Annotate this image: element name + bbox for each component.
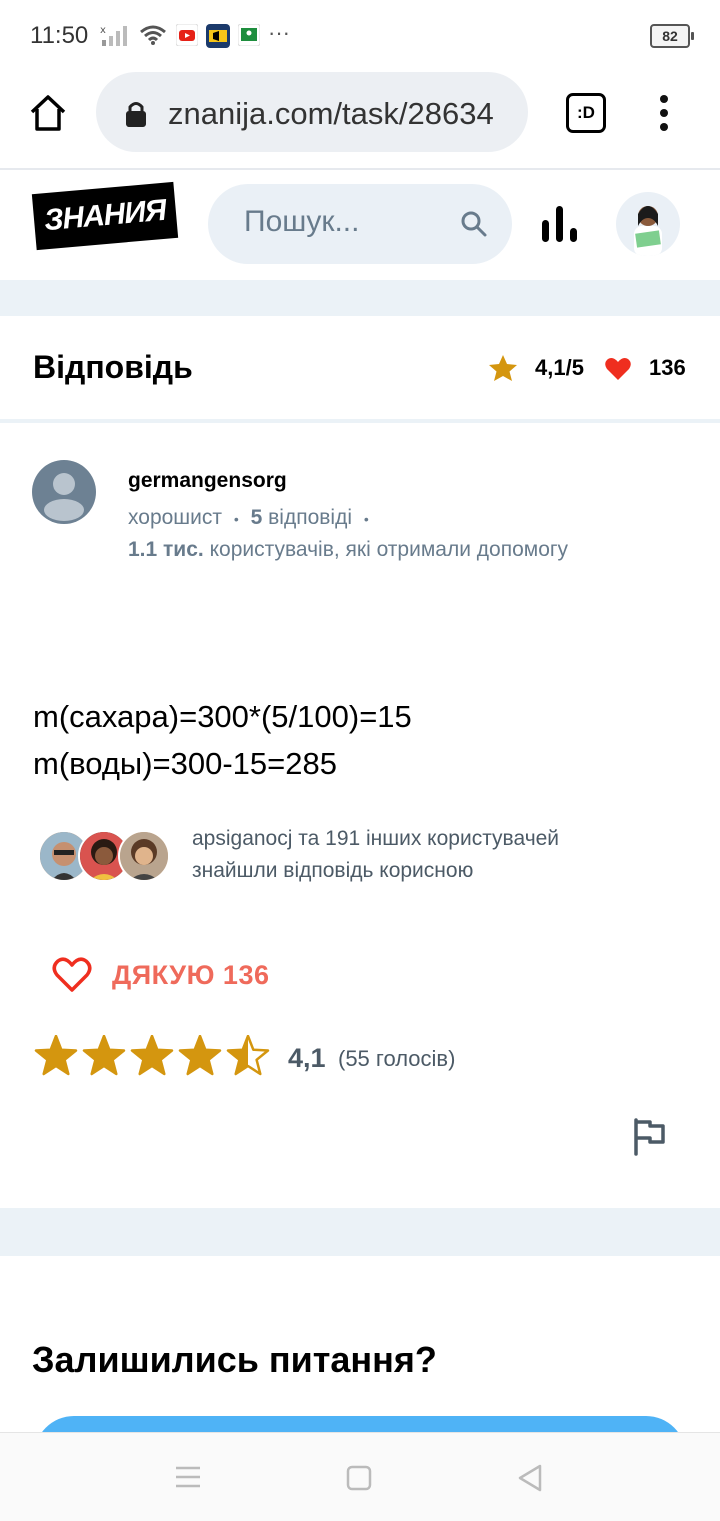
system-nav-bar xyxy=(0,1432,720,1521)
heart-icon xyxy=(605,358,631,380)
url-text[interactable]: znanija.com/task/28634 xyxy=(168,92,513,136)
helpers-line: apsiganocj та 191 інших користувачей xyxy=(192,827,560,850)
back-icon[interactable] xyxy=(516,1463,546,1493)
helper-avatar xyxy=(118,830,170,882)
report-flag-icon[interactable] xyxy=(632,1118,668,1156)
recents-icon[interactable] xyxy=(174,1465,202,1491)
section-separator xyxy=(0,1208,720,1256)
meta-bullet-2: • xyxy=(363,511,369,527)
search-icon[interactable] xyxy=(460,210,488,238)
battery-level: 82 xyxy=(662,28,678,44)
status-bar: 11:50 x ··· 82 xyxy=(0,0,720,72)
tab-switcher-button[interactable]: :D xyxy=(566,93,606,133)
author-rank: хорошист xyxy=(128,506,222,529)
status-time: 11:50 xyxy=(30,22,89,49)
lock-icon xyxy=(126,102,146,127)
search-input[interactable]: Пошук... xyxy=(244,200,359,244)
meta-bullet: • xyxy=(233,511,239,527)
section-separator xyxy=(0,280,720,316)
author-answers-label: відповіді xyxy=(268,506,352,529)
thanks-heart-icon[interactable] xyxy=(52,957,92,993)
rating-star[interactable] xyxy=(82,1035,126,1076)
star-rating[interactable] xyxy=(34,1035,274,1079)
home-icon[interactable] xyxy=(28,93,68,133)
rating-star[interactable] xyxy=(178,1035,222,1076)
answer-line: m(сахара)=300*(5/100)=15 xyxy=(33,699,412,734)
answer-line: m(воды)=300-15=285 xyxy=(33,746,337,781)
helpers-line: знайшли відповідь корисною xyxy=(192,859,474,882)
youtube-icon xyxy=(176,24,198,46)
helper-avatars xyxy=(38,830,178,882)
home-nav-icon[interactable] xyxy=(346,1465,374,1491)
avatar-illustration xyxy=(634,206,662,256)
user-avatar[interactable] xyxy=(616,192,680,256)
rating-star[interactable] xyxy=(130,1035,174,1076)
answer-rating: 4,1/5 xyxy=(535,355,584,380)
author-avatar[interactable] xyxy=(32,460,96,524)
rating-star[interactable] xyxy=(226,1035,270,1076)
browser-divider xyxy=(0,168,720,170)
thanks-button[interactable]: ДЯКУЮ 136 xyxy=(112,955,269,995)
ranking-icon[interactable] xyxy=(540,204,580,244)
star-icon xyxy=(489,355,517,381)
app-megaphone-icon xyxy=(206,24,230,48)
answer-likes: 136 xyxy=(649,355,686,380)
rating-score: 4,1 xyxy=(288,1043,326,1073)
rating-votes: (55 голосів) xyxy=(338,1046,456,1071)
default-user-icon xyxy=(44,473,84,521)
author-answers-count: 5 xyxy=(250,506,263,529)
browser-menu-icon[interactable] xyxy=(652,94,676,134)
cell-signal-icon: x xyxy=(100,25,127,46)
battery-indicator: 82 xyxy=(650,24,694,48)
site-logo[interactable]: ЗНАНИЯ xyxy=(31,181,179,251)
author-name[interactable]: germangensorg xyxy=(128,466,287,496)
classroom-icon xyxy=(238,24,260,46)
author-helped-count: 1.1 тис. xyxy=(128,538,204,561)
header-divider xyxy=(0,419,720,423)
svg-text:x: x xyxy=(100,25,106,36)
more-notifications: ··· xyxy=(268,20,290,45)
wifi-icon xyxy=(140,25,166,45)
author-helped-label: користувачів, які отримали допомогу xyxy=(209,538,569,561)
answer-heading: Відповідь xyxy=(33,349,193,385)
author-helped: 1.1 тис. користувачів, які отримали допо… xyxy=(128,535,568,565)
helper-face xyxy=(120,832,168,880)
author-stats: хорошист • 5 відповіді • xyxy=(128,503,369,534)
rating-star[interactable] xyxy=(34,1035,78,1076)
more-questions-title: Залишились питання? xyxy=(32,1339,437,1380)
